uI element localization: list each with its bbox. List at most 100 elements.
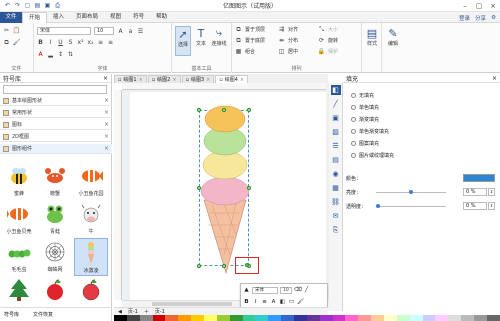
category-common-shapes[interactable]: 常用形状 × bbox=[0, 108, 112, 118]
settings-icon[interactable]: ⚙ bbox=[491, 15, 496, 21]
shape-style-icon[interactable]: ▲ bbox=[243, 287, 250, 293]
shape-ice-cream[interactable]: 冰激凌 bbox=[74, 238, 108, 276]
doc-tab-1[interactable]: ▫ 绘图1 × bbox=[114, 75, 147, 83]
maximize-icon[interactable]: ▢ bbox=[474, 1, 484, 10]
close-tab-icon[interactable]: × bbox=[206, 77, 210, 83]
edit-button[interactable]: ✎ 编辑 bbox=[385, 26, 401, 56]
open-folder-icon[interactable]: ▤ bbox=[34, 2, 41, 9]
category-2d-blocks[interactable]: 2D框图 × bbox=[0, 132, 112, 142]
subscript-icon[interactable]: x₂ bbox=[87, 39, 94, 46]
close-tab-icon[interactable]: × bbox=[240, 77, 244, 83]
redo-icon[interactable]: ↷ bbox=[14, 2, 21, 9]
login-link[interactable]: 登录 bbox=[459, 14, 470, 22]
close-icon[interactable]: × bbox=[488, 1, 498, 10]
category-basic-shapes[interactable]: 基本绘图形状 × bbox=[0, 96, 112, 106]
remove-category-icon[interactable]: × bbox=[104, 133, 109, 140]
align-button[interactable]: 对齐 bbox=[288, 26, 298, 33]
bring-front-button[interactable]: 置于顶层 bbox=[245, 26, 265, 33]
page-nav-icon[interactable]: ◀ bbox=[118, 309, 122, 315]
rotation-handle[interactable] bbox=[245, 263, 249, 267]
layer-panel-icon[interactable]: ☰ bbox=[331, 141, 341, 151]
select-tool-button[interactable]: ➚ 选择 bbox=[175, 26, 191, 56]
shape-caterpillar[interactable]: 毛毛虫 bbox=[2, 238, 36, 276]
resize-handle[interactable] bbox=[247, 108, 251, 112]
underline-icon[interactable]: U bbox=[57, 39, 64, 46]
fill-panel-close-icon[interactable]: × bbox=[492, 75, 497, 82]
remove-category-icon[interactable]: × bbox=[104, 121, 109, 128]
tab-view[interactable]: 视图 bbox=[104, 12, 127, 23]
option-image-fill[interactable]: 图片或纹理填充 bbox=[351, 152, 394, 159]
resize-handle[interactable] bbox=[222, 108, 226, 112]
remove-category-icon[interactable]: × bbox=[104, 145, 109, 152]
line-panel-icon[interactable]: ╱ bbox=[331, 99, 341, 109]
shape-frog[interactable]: 青蛙 bbox=[38, 200, 72, 238]
font-color-icon[interactable]: A bbox=[37, 51, 44, 58]
tab-file[interactable]: 文件 bbox=[0, 11, 22, 23]
shape-apple-red[interactable] bbox=[38, 276, 72, 306]
connector-tool-button[interactable]: ⤷ 连接线 bbox=[211, 26, 227, 56]
save-icon[interactable]: ▣ bbox=[44, 2, 51, 9]
remove-category-icon[interactable]: × bbox=[104, 109, 109, 116]
undo-icon[interactable]: ↶ bbox=[4, 2, 11, 9]
align-center-icon[interactable]: ≡ bbox=[107, 39, 114, 46]
remove-category-icon[interactable]: × bbox=[104, 97, 109, 104]
resize-handle[interactable] bbox=[247, 186, 251, 190]
category-icons[interactable]: 图标 × bbox=[0, 120, 112, 130]
font-size-field[interactable]: 10 bbox=[94, 27, 114, 35]
distribute-button[interactable]: 分布 bbox=[288, 37, 298, 44]
strikethrough-icon[interactable]: S bbox=[67, 39, 74, 46]
image-panel-icon[interactable]: ▨ bbox=[331, 127, 341, 137]
shape-spiderweb[interactable]: 蜘蛛网 bbox=[38, 238, 72, 276]
category-graphic-components[interactable]: 图形组件 × bbox=[0, 144, 112, 154]
font-name-field[interactable]: 宋体 bbox=[37, 27, 91, 35]
italic-icon[interactable]: I bbox=[47, 39, 54, 46]
symbol-library-tab[interactable]: 符号库 bbox=[4, 311, 19, 318]
line-spacing-icon[interactable]: ↕ bbox=[57, 51, 64, 58]
float-bold-icon[interactable]: B bbox=[243, 299, 250, 305]
bold-icon[interactable]: B bbox=[37, 39, 44, 46]
shadow-panel-icon[interactable]: ▣ bbox=[331, 113, 341, 123]
option-gradient-fill[interactable]: 渐变填充 bbox=[351, 116, 379, 123]
close-tab-icon[interactable]: × bbox=[139, 77, 143, 83]
line-style-icon[interactable]: ╱ bbox=[303, 287, 310, 293]
float-size-field[interactable]: 10 bbox=[280, 286, 292, 294]
tab-symbols[interactable]: 符号 bbox=[127, 12, 150, 23]
tab-insert[interactable]: 插入 bbox=[47, 12, 70, 23]
format-painter-icon[interactable]: 🖌 bbox=[13, 39, 21, 46]
transparency-value[interactable]: 0 % bbox=[463, 202, 487, 210]
attachment-panel-icon[interactable]: ⎘ bbox=[331, 225, 341, 235]
option-pattern-fill[interactable]: 图案填充 bbox=[351, 140, 379, 147]
brightness-slider[interactable] bbox=[376, 190, 446, 194]
brightness-knob[interactable] bbox=[409, 190, 413, 194]
option-no-fill[interactable]: 无填充 bbox=[351, 92, 374, 99]
page-panel-icon[interactable]: ▤ bbox=[331, 155, 341, 165]
transparency-knob[interactable] bbox=[376, 204, 380, 208]
print-icon[interactable]: ⎙ bbox=[54, 2, 61, 9]
color-picker[interactable] bbox=[463, 174, 495, 182]
new-file-icon[interactable]: ▢ bbox=[24, 2, 31, 9]
drawing-page[interactable] bbox=[130, 92, 326, 300]
resize-handle[interactable] bbox=[197, 186, 201, 190]
ice-cream-shape[interactable] bbox=[200, 105, 250, 275]
rotate-button[interactable]: 旋转 bbox=[328, 37, 338, 44]
shape-apple-2[interactable] bbox=[74, 276, 108, 306]
send-back-button[interactable]: 置于底层 bbox=[245, 37, 265, 44]
clear-format-icon[interactable]: ⌫ bbox=[294, 287, 302, 293]
tab-home[interactable]: 开始 bbox=[22, 11, 48, 23]
resize-handle[interactable] bbox=[222, 264, 226, 268]
copy-icon[interactable]: ⧉ bbox=[3, 39, 10, 46]
panel-close-icon[interactable]: × bbox=[103, 75, 108, 82]
page-tab-active[interactable]: 页-1 bbox=[155, 308, 165, 315]
cut-icon[interactable]: ✂ bbox=[3, 27, 10, 34]
float-italic-icon[interactable]: I bbox=[252, 299, 259, 305]
brightness-spinner[interactable]: ⇕ bbox=[488, 188, 495, 196]
resize-handle[interactable] bbox=[197, 108, 201, 112]
share-link[interactable]: 分享 bbox=[475, 14, 486, 22]
minimize-icon[interactable]: – bbox=[460, 1, 470, 10]
shape-clownfish-garden[interactable]: 小丑鱼花园 bbox=[74, 162, 108, 200]
option-solid-fill[interactable]: 单色填充 bbox=[351, 104, 379, 111]
float-font-color-icon[interactable]: A bbox=[270, 299, 277, 305]
float-align-icon[interactable]: ≡ bbox=[261, 299, 268, 305]
add-page-icon[interactable]: ＋ bbox=[144, 308, 149, 315]
fill-panel-icon[interactable]: ◧ bbox=[330, 85, 341, 95]
